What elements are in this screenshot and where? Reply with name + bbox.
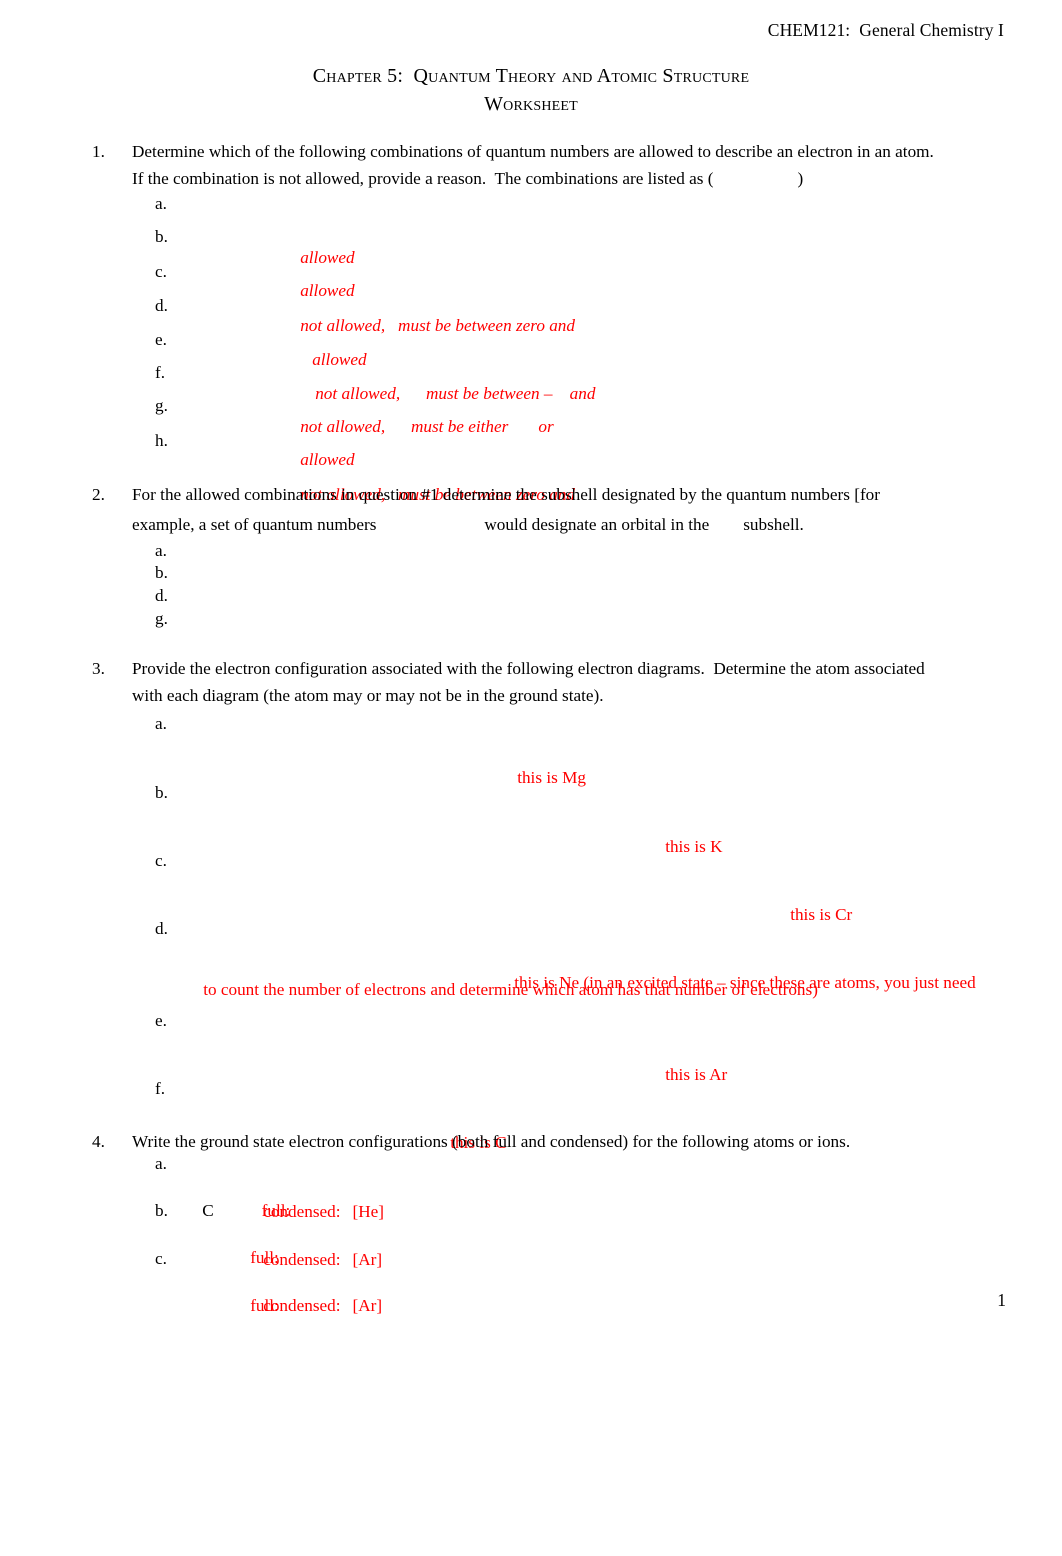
question-4-item-a-letter: a. — [155, 1154, 167, 1173]
question-2-text-line2-b: would designate an orbital in the — [484, 515, 710, 534]
page-number: 1 — [997, 1290, 1006, 1310]
question-4-item-c-letter: c. — [155, 1249, 167, 1268]
question-3-item-d-answer-cont: to count the number of electrons and det… — [203, 980, 818, 999]
question-4-item-b-letter: b. — [155, 1201, 168, 1220]
question-4-item-c-condensed-label: condensed: — [263, 1295, 341, 1315]
question-3-item-d-letter: d. — [155, 919, 168, 938]
question-4-text-line1: Write the ground state electron configur… — [132, 1132, 851, 1151]
question-2-body: For the allowed combinations in question… — [132, 480, 992, 540]
question-3-number: 3. — [92, 659, 105, 678]
question-1: 1. Determine which of the following comb… — [92, 138, 992, 192]
question-1-item-b-letter: b. — [155, 227, 168, 246]
question-2-item-b-letter: b. — [155, 563, 168, 582]
question-2-text-line1: For the allowed combinations in question… — [132, 485, 880, 504]
question-1-item-c-letter: c. — [155, 262, 167, 281]
title-line-chapter: Chapter 5: Quantum Theory and Atomic Str… — [312, 65, 750, 87]
question-1-text-line1: Determine which of the following combina… — [132, 142, 934, 161]
question-1-item-e-letter: e. — [155, 330, 167, 349]
question-3: 3. Provide the electron configuration as… — [92, 655, 1002, 709]
question-4-item-c-condensed: condensed: [Ar] — [246, 1270, 382, 1341]
question-2-item-d-letter: d. — [155, 586, 168, 605]
question-1-item-a-letter: a. — [155, 194, 167, 213]
question-3-item-b-letter: b. — [155, 783, 168, 802]
question-4-item-c-condensed-value: [Ar] — [352, 1295, 383, 1315]
question-2-text-line2-a: example, a set of quantum numbers — [132, 515, 377, 534]
question-4-item-a-condensed-value: [He] — [352, 1201, 385, 1221]
question-1-body: Determine which of the following combina… — [132, 138, 992, 192]
question-2-text-line2: example, a set of quantum numbers would d… — [132, 510, 992, 540]
question-1-text-line2-pre: If the combination is not allowed, provi… — [132, 169, 714, 188]
question-3-body: Provide the electron configuration assoc… — [132, 655, 1002, 709]
question-2-number: 2. — [92, 485, 105, 504]
title-line-worksheet: Worksheet — [484, 93, 578, 115]
question-3-text-line1: Provide the electron configuration assoc… — [132, 659, 925, 678]
question-3-text-line2: with each diagram (the atom may or may n… — [132, 686, 604, 705]
question-1-number: 1. — [92, 142, 105, 161]
question-1-text-line2-post: ) — [797, 169, 804, 188]
question-3-item-e-answer: this is Ar — [665, 1065, 728, 1084]
question-4-item-b-condensed-value: [Ar] — [352, 1249, 383, 1269]
question-1-text-line2: If the combination is not allowed, provi… — [132, 165, 992, 192]
document-title: Chapter 5: Quantum Theory and Atomic Str… — [0, 62, 1062, 118]
question-3-item-f-letter: f. — [155, 1079, 166, 1098]
question-3-item-a-letter: a. — [155, 714, 167, 733]
question-4: 4. Write the ground state electron confi… — [92, 1128, 1012, 1155]
question-1-item-h-letter: h. — [155, 431, 168, 450]
question-2-item-g-letter: g. — [155, 609, 168, 628]
question-4-body: Write the ground state electron configur… — [132, 1128, 1012, 1155]
question-2: 2. For the allowed combinations in quest… — [92, 480, 992, 540]
question-4-number: 4. — [92, 1132, 105, 1151]
worksheet-page: CHEM121: General Chemistry I Chapter 5: … — [0, 0, 1062, 1556]
question-3-item-c-letter: c. — [155, 851, 167, 870]
question-1-item-f-letter: f. — [155, 363, 166, 382]
question-1-item-d-letter: d. — [155, 296, 168, 315]
question-2-text-line2-c: subshell. — [743, 515, 804, 534]
question-2-item-a-letter: a. — [155, 541, 167, 560]
course-header: CHEM121: General Chemistry I — [767, 20, 1004, 40]
question-1-item-g-letter: g. — [155, 396, 168, 415]
question-3-item-e-letter: e. — [155, 1011, 167, 1030]
